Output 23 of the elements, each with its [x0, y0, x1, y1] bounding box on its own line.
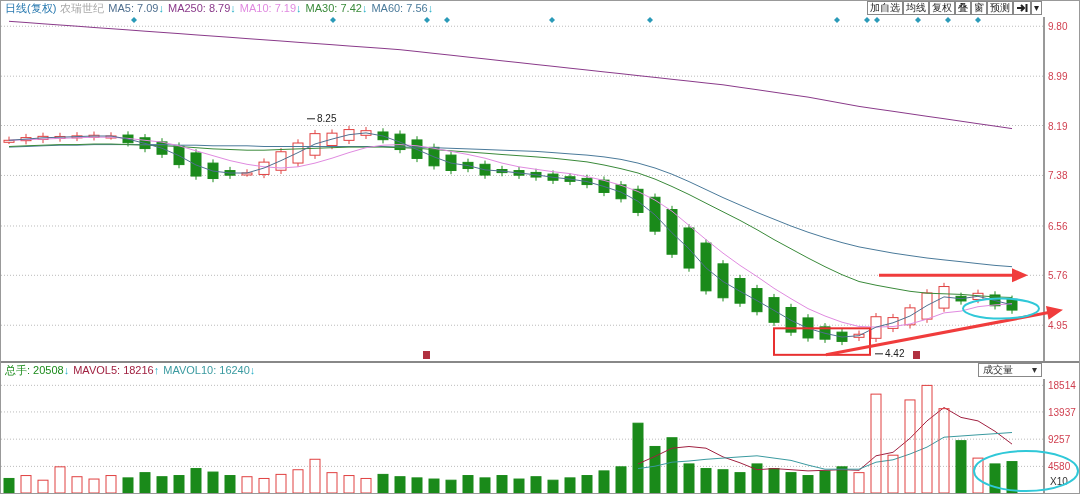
indicator-value: MAVOL5: 18216↑ — [73, 363, 160, 378]
axis-label: 8.19 — [1048, 120, 1068, 132]
axis-label: 7.38 — [1048, 170, 1068, 182]
indicator-value: MA250: 8.79↓ — [167, 1, 236, 16]
price-label: 8.25 — [317, 112, 337, 124]
indicator-value: MAVOL10: 16240↓ — [163, 363, 256, 378]
indicator-value: 总手: 20508↓ — [5, 363, 70, 378]
indicator-value: MA30: 7.42↓ — [305, 1, 368, 16]
indicator-value: MA10: 7.19↓ — [239, 1, 302, 16]
indicator-value: MA5: 7.09↓ — [108, 1, 164, 16]
axis-label: 9.80 — [1048, 21, 1068, 33]
axis-label: 4.95 — [1048, 320, 1068, 332]
axis-label: 5.76 — [1048, 270, 1068, 282]
stock-name: 农瑞世纪 — [60, 1, 105, 16]
axis-label: 9257 — [1048, 434, 1071, 446]
period-label: 日线(复权) — [5, 1, 57, 16]
indicator-value: MA60: 7.56↓ — [371, 1, 434, 16]
axis-label: 4580 — [1048, 461, 1071, 473]
axis-label: 8.99 — [1048, 71, 1068, 83]
axis-label: 13937 — [1048, 406, 1076, 418]
price-label: 4.42 — [885, 347, 905, 359]
axis-label: 6.56 — [1048, 221, 1068, 232]
axis-label: 18514 — [1048, 380, 1076, 392]
